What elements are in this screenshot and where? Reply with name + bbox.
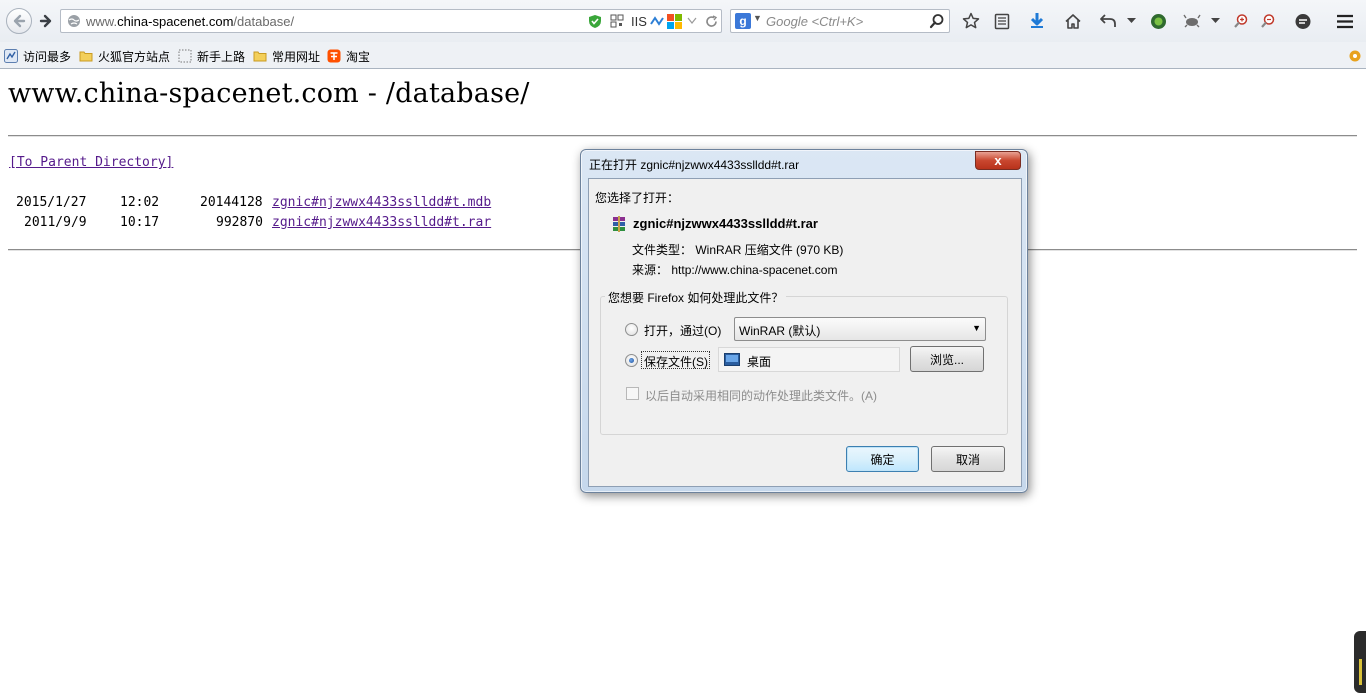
search-icon[interactable] xyxy=(929,13,945,29)
back-button[interactable] xyxy=(6,8,32,34)
desktop-icon xyxy=(724,353,740,366)
bookmark-common-sites[interactable]: 常用网址 xyxy=(253,47,320,65)
action-group-label: 您想要 Firefox 如何处理此文件？ xyxy=(605,289,787,306)
reload-icon[interactable] xyxy=(703,13,719,29)
file-size: 20144128 xyxy=(200,195,263,210)
file-source-row: 来源： http://www.china-spacenet.com xyxy=(632,261,837,278)
open-with-label[interactable]: 打开，通过(O) xyxy=(644,322,721,339)
bookmark-label: 访问最多 xyxy=(23,49,72,64)
green-extension-icon[interactable] xyxy=(1147,10,1169,32)
folder-icon xyxy=(253,51,267,62)
chosen-label: 您选择了打开： xyxy=(595,191,680,205)
bookmark-label: 常用网址 xyxy=(272,49,321,64)
browse-button[interactable]: 浏览... xyxy=(910,346,984,372)
address-bar[interactable]: www.china-spacenet.com/database/ IIS xyxy=(60,9,722,33)
file-date: 2011/9/9 xyxy=(24,215,87,230)
most-visited-icon xyxy=(4,49,18,63)
search-bar[interactable]: g ▼ xyxy=(730,9,950,33)
dialog-close-button[interactable]: x xyxy=(975,151,1021,170)
taobao-icon xyxy=(327,49,341,63)
file-date: 2015/1/27 xyxy=(16,195,87,210)
auto-action-label: 以后自动采用相同的动作处理此类文件。(A) xyxy=(645,389,877,403)
bookmark-label: 新手上路 xyxy=(197,49,246,64)
url-host: china-spacenet.com xyxy=(117,14,234,29)
iis-label[interactable]: IIS xyxy=(629,13,649,29)
url-prefix: www. xyxy=(86,14,118,29)
url-text[interactable]: www.china-spacenet.com/database/ xyxy=(86,14,294,29)
chat-icon[interactable] xyxy=(1292,10,1314,32)
bug-extension-icon[interactable] xyxy=(1181,10,1203,32)
bookmark-label: 火狐官方站点 xyxy=(98,49,171,64)
zoom-out-icon[interactable] xyxy=(1257,10,1279,32)
addon-status-icon[interactable] xyxy=(1348,47,1366,65)
file-time: 12:02 xyxy=(120,195,160,210)
bookmark-star-icon[interactable] xyxy=(960,10,982,32)
bookmark-most-visited[interactable]: 访问最多 xyxy=(4,47,71,65)
file-source-key: 来源： xyxy=(632,263,669,277)
globe-icon xyxy=(68,15,80,27)
forward-button[interactable] xyxy=(34,10,58,32)
home-icon[interactable] xyxy=(1062,10,1084,32)
download-icon[interactable] xyxy=(1026,10,1048,32)
save-file-radio[interactable] xyxy=(625,354,638,367)
file-type-value: WinRAR 压缩文件 (970 KB) xyxy=(695,243,844,257)
navigation-toolbar: www.china-spacenet.com/database/ IIS g ▼ xyxy=(0,0,1366,42)
zoom-in-icon[interactable] xyxy=(1230,10,1252,32)
chevron-down-icon: ▼ xyxy=(972,323,981,333)
bookmark-taobao[interactable]: 淘宝 xyxy=(327,47,370,65)
dropdown-arrow-icon[interactable] xyxy=(685,13,699,29)
dotted-page-icon xyxy=(178,49,192,63)
bookmark-getting-started[interactable]: 新手上路 xyxy=(178,47,245,65)
shield-icon[interactable] xyxy=(587,13,603,29)
engine-dropdown-icon[interactable]: ▼ xyxy=(753,13,762,23)
save-file-label[interactable]: 保存文件(S) xyxy=(644,353,708,370)
page-title: www.china-spacenet.com - /database/ xyxy=(8,78,530,109)
undo-icon[interactable] xyxy=(1097,10,1119,32)
qr-code-icon[interactable] xyxy=(609,13,625,29)
cancel-button[interactable]: 取消 xyxy=(931,446,1005,472)
search-input[interactable] xyxy=(766,13,926,29)
url-path: /database/ xyxy=(233,14,295,29)
parent-directory-link[interactable]: [To Parent Directory] xyxy=(9,155,173,170)
undo-dropdown-icon[interactable] xyxy=(1124,10,1138,32)
windows-logo-icon[interactable] xyxy=(665,13,683,29)
save-folder-field: 桌面 xyxy=(718,347,900,372)
file-link[interactable]: zgnic#njzwwx4433sslldd#t.rar xyxy=(272,215,491,230)
selected-app: WinRAR (默认) xyxy=(739,324,821,338)
file-size: 992870 xyxy=(216,215,263,230)
extension-dropdown-icon[interactable] xyxy=(1208,10,1222,32)
arrow-right-icon xyxy=(39,14,52,28)
file-type-key: 文件类型： xyxy=(632,243,693,257)
google-engine-icon[interactable]: g xyxy=(735,13,751,29)
file-link[interactable]: zgnic#njzwwx4433sslldd#t.mdb xyxy=(272,195,491,210)
open-with-app-select[interactable]: WinRAR (默认) ▼ xyxy=(734,317,986,341)
file-time: 10:17 xyxy=(120,215,160,230)
reading-list-icon[interactable] xyxy=(991,10,1013,32)
side-scroll-widget[interactable] xyxy=(1354,631,1366,693)
download-dialog: 正在打开 zgnic#njzwwx4433sslldd#t.rar x 您选择了… xyxy=(580,149,1028,493)
bookmark-label: 淘宝 xyxy=(346,49,371,64)
wave-icon[interactable] xyxy=(649,13,665,29)
open-with-radio[interactable] xyxy=(625,323,638,336)
file-source-value: http://www.china-spacenet.com xyxy=(671,263,838,277)
ok-button[interactable]: 确定 xyxy=(846,446,919,472)
gear-orange-icon xyxy=(1349,50,1361,62)
file-name: zgnic#njzwwx4433sslldd#t.rar xyxy=(633,216,818,231)
menu-hamburger-icon[interactable] xyxy=(1334,10,1356,32)
file-type-row: 文件类型： WinRAR 压缩文件 (970 KB) xyxy=(632,241,843,258)
arrow-left-icon xyxy=(13,14,26,28)
horizontal-rule xyxy=(8,135,1357,137)
winrar-file-icon xyxy=(613,216,625,232)
dialog-title: 正在打开 zgnic#njzwwx4433sslldd#t.rar xyxy=(589,158,800,172)
save-folder-name: 桌面 xyxy=(747,355,772,369)
bookmark-firefox-official[interactable]: 火狐官方站点 xyxy=(79,47,170,65)
folder-icon xyxy=(79,51,93,62)
auto-action-checkbox[interactable] xyxy=(626,387,639,400)
